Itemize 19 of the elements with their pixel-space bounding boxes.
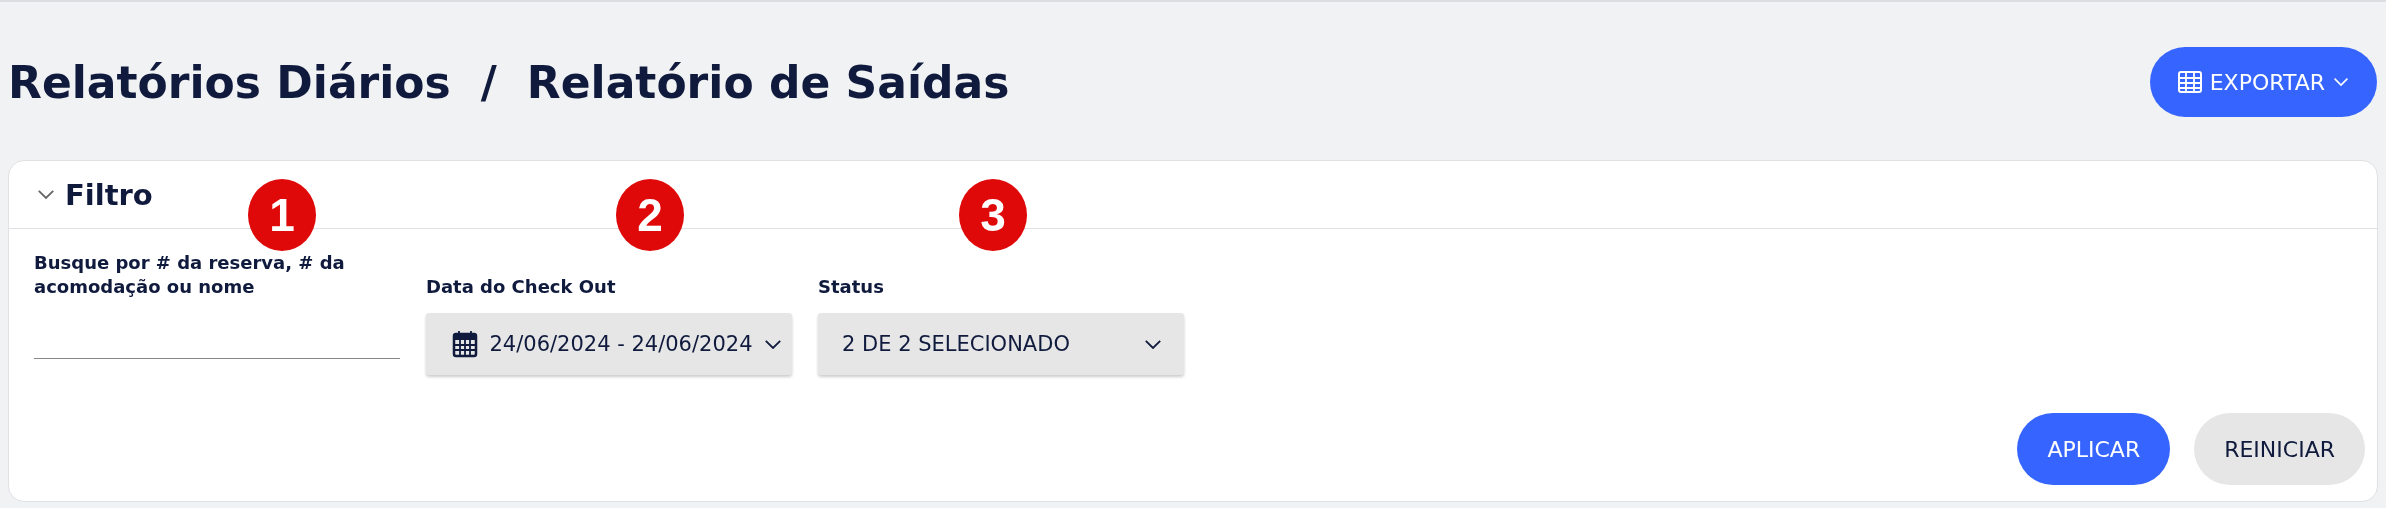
apply-button[interactable]: APLICAR bbox=[2017, 413, 2171, 485]
breadcrumb-item: Relatório de Saídas bbox=[526, 56, 1010, 108]
export-button[interactable]: EXPORTAR bbox=[2149, 47, 2377, 117]
filter-title: Filtro bbox=[65, 177, 153, 212]
expand-toggle[interactable] bbox=[37, 189, 55, 200]
chevron-down-icon bbox=[1144, 338, 1162, 350]
date-range-dropdown[interactable]: 24/06/2024 - 24/06/2024 bbox=[426, 313, 792, 375]
field-label: Busque por # da reserva, # da acomodação ou nome bbox=[34, 251, 346, 299]
chevron-down-icon bbox=[2333, 77, 2349, 87]
chevron-down-icon bbox=[764, 338, 782, 350]
breadcrumb-item[interactable]: Relatórios Diários bbox=[8, 56, 451, 108]
breadcrumb-separator: / bbox=[480, 56, 497, 108]
reset-button[interactable]: REINICIAR bbox=[2194, 413, 2365, 485]
status-dropdown[interactable]: 2 DE 2 SELECIONADO bbox=[818, 313, 1184, 375]
field-label: Data do Check Out bbox=[426, 275, 617, 299]
calendar-icon bbox=[452, 330, 478, 358]
chevron-icon bbox=[37, 189, 55, 200]
table-icon bbox=[2177, 71, 2202, 93]
field-label: Status bbox=[818, 275, 885, 299]
